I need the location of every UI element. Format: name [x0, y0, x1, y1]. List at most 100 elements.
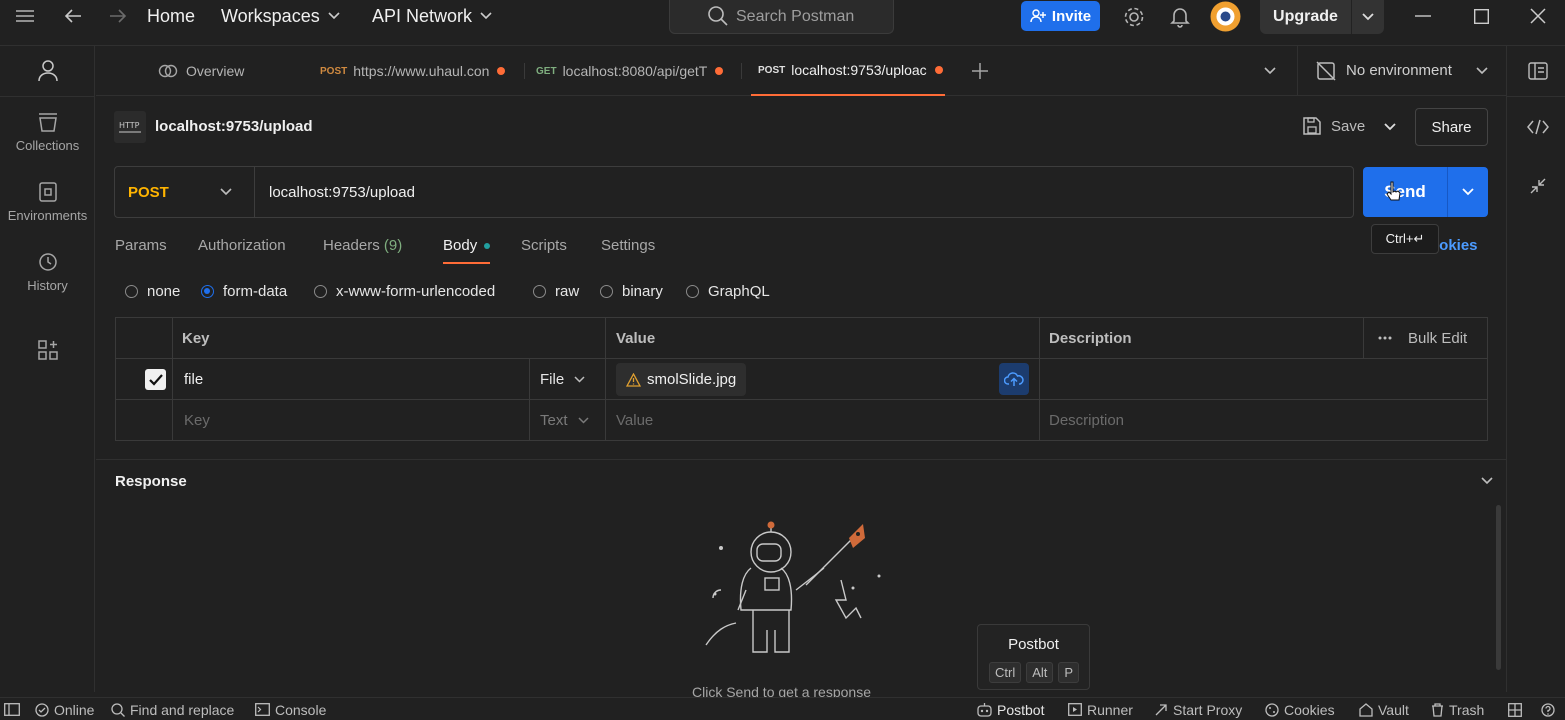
runner-button[interactable]: Runner [1068, 698, 1133, 720]
radio-button [314, 285, 327, 298]
avatar[interactable] [1210, 1, 1241, 32]
minimize-icon[interactable] [1411, 6, 1435, 26]
tab-settings[interactable]: Settings [601, 237, 655, 254]
home-link[interactable]: Home [147, 0, 195, 32]
url-input[interactable]: localhost:9753/upload [269, 167, 415, 217]
collapse-icon[interactable] [1529, 177, 1547, 195]
chevron-down-icon [220, 188, 232, 196]
overview-icon [158, 64, 178, 78]
new-value-input[interactable]: Value [616, 400, 653, 440]
api-network-menu[interactable]: API Network [372, 0, 492, 32]
sidebar-item-collections[interactable]: Collections [0, 112, 95, 153]
save-button[interactable]: Save [1303, 117, 1365, 135]
cookies-button[interactable]: Cookies [1265, 698, 1335, 720]
upgrade-button[interactable]: Upgrade [1260, 0, 1384, 34]
radio-button [686, 285, 699, 298]
history-icon [38, 253, 57, 271]
tab-post-upload-active[interactable]: POST localhost:9753/uploac [751, 46, 945, 96]
toggle-sidebar-icon[interactable] [4, 698, 20, 720]
method-select[interactable]: POST [115, 167, 255, 217]
new-description-input[interactable]: Description [1049, 400, 1124, 440]
sidebar-item-environments[interactable]: Environments [0, 182, 95, 223]
tab-params[interactable]: Params [115, 237, 167, 254]
radio-x-www-form-urlencoded[interactable]: x-www-form-urlencoded [314, 283, 495, 300]
description-input[interactable] [1049, 359, 1479, 399]
tab-scripts[interactable]: Scripts [521, 237, 567, 254]
invite-button[interactable]: Invite [1021, 1, 1100, 31]
radio-label: raw [555, 283, 580, 300]
workspaces-menu[interactable]: Workspaces [221, 0, 340, 32]
tab-overview[interactable]: Overview [158, 46, 244, 96]
layout-icon[interactable] [1508, 698, 1522, 720]
tab-post-uhaul[interactable]: POST https://www.uhaul.con [320, 46, 506, 96]
configure-sidebar-icon[interactable] [0, 340, 95, 360]
forward-arrow-icon[interactable] [107, 6, 129, 26]
share-button[interactable]: Share [1415, 108, 1488, 146]
more-options-icon[interactable] [1378, 318, 1392, 358]
upload-file-button[interactable] [999, 363, 1029, 395]
start-proxy-button[interactable]: Start Proxy [1154, 698, 1242, 720]
file-chip[interactable]: smolSlide.jpg [616, 363, 747, 396]
key-alt: Alt [1026, 662, 1054, 683]
new-type-select[interactable]: Text [540, 400, 589, 440]
tab-headers[interactable]: Headers (9) [323, 237, 402, 254]
radio-form-data[interactable]: form-data [201, 283, 287, 300]
tab-body[interactable]: Body [443, 237, 491, 264]
send-options-chevron-icon[interactable] [1448, 167, 1488, 217]
chevron-down-icon [328, 12, 340, 20]
environment-selector[interactable]: No environment [1297, 46, 1506, 96]
console-label: Console [275, 701, 327, 718]
chevron-down-icon[interactable] [1352, 13, 1384, 21]
new-tab-plus-icon[interactable] [970, 61, 990, 81]
cloud-upload-icon [1004, 372, 1024, 386]
sidebar-item-label: Environments [7, 208, 88, 223]
new-key-input[interactable]: Key [184, 400, 210, 440]
send-button[interactable]: Send [1363, 167, 1488, 217]
type-select[interactable]: File [540, 359, 585, 399]
tab-authorization[interactable]: Authorization [198, 237, 286, 254]
response-scrollbar[interactable] [1496, 505, 1501, 670]
no-environment-icon [1316, 61, 1336, 81]
key-input[interactable]: file [184, 359, 203, 399]
close-icon[interactable] [1526, 6, 1550, 26]
radio-raw[interactable]: raw [533, 283, 579, 300]
request-title[interactable]: localhost:9753/upload [155, 118, 313, 135]
api-network-label: API Network [372, 5, 473, 26]
chevron-down-icon [577, 416, 589, 424]
gear-icon[interactable] [1122, 5, 1146, 29]
postbot-label: Postbot [997, 701, 1045, 718]
radio-graphql[interactable]: GraphQL [686, 283, 770, 300]
tab-label: https://www.uhaul.con [353, 63, 490, 79]
postbot-button[interactable]: Postbot [977, 698, 1044, 720]
save-options-chevron-icon[interactable] [1382, 121, 1398, 133]
cookie-icon [1265, 702, 1279, 717]
tab-get-localhost[interactable]: GET localhost:8080/api/getT [536, 46, 724, 96]
menu-icon[interactable] [12, 6, 38, 26]
radio-binary[interactable]: binary [600, 283, 663, 300]
row-enabled-checkbox[interactable] [145, 369, 166, 390]
help-icon[interactable] [1541, 698, 1555, 720]
svg-text:HTTP: HTTP [119, 121, 140, 130]
bell-icon[interactable] [1168, 5, 1192, 29]
maximize-icon[interactable] [1469, 6, 1493, 26]
console-button[interactable]: Console [255, 698, 326, 720]
radio-none[interactable]: none [125, 283, 180, 300]
search-input[interactable]: Search Postman [669, 0, 894, 34]
cookies-label: Cookies [1284, 701, 1335, 718]
runner-label: Runner [1087, 701, 1133, 718]
back-arrow-icon[interactable] [62, 6, 84, 26]
find-replace-button[interactable]: Find and replace [111, 698, 234, 720]
bulk-edit-button[interactable]: Bulk Edit [1408, 318, 1467, 358]
trash-button[interactable]: Trash [1431, 698, 1484, 720]
code-icon[interactable] [1527, 118, 1549, 136]
sidebar-item-history[interactable]: History [0, 252, 95, 293]
invite-label: Invite [1051, 7, 1092, 25]
collections-icon [38, 113, 57, 132]
tabs-overflow-chevron-icon[interactable] [1262, 63, 1278, 79]
collapse-response-chevron-icon[interactable] [1480, 476, 1494, 486]
vault-button[interactable]: Vault [1359, 698, 1409, 720]
online-status[interactable]: Online [35, 698, 94, 720]
radio-label: none [147, 283, 181, 300]
environment-quick-look-icon[interactable] [1527, 61, 1549, 81]
user-icon[interactable] [0, 60, 95, 82]
